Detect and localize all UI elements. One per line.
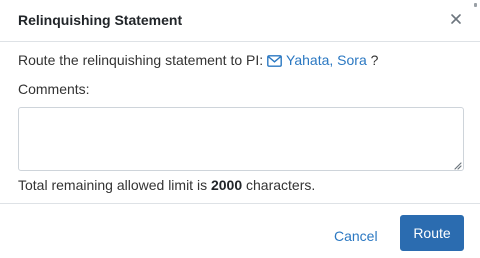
limit-suffix: characters. [246, 177, 316, 193]
dialog-header: Relinquishing Statement [0, 0, 480, 42]
route-statement: Route the relinquishing statement to PI:… [18, 52, 378, 68]
comments-label: Comments: [18, 81, 90, 97]
close-icon [451, 14, 461, 24]
character-limit-text: Total remaining allowed limit is 2000 ch… [18, 177, 315, 193]
cancel-button[interactable]: Cancel [326, 219, 386, 253]
pi-email-link[interactable]: Yahata, Sora [267, 52, 371, 68]
route-suffix-text: ? [370, 52, 379, 68]
comments-textarea[interactable] [18, 107, 464, 171]
pi-name: Yahata, Sora [286, 52, 367, 68]
dialog-title: Relinquishing Statement [18, 12, 183, 28]
relinquishing-statement-dialog: Relinquishing Statement Route the relinq… [0, 0, 480, 258]
close-button[interactable] [448, 11, 464, 27]
route-prefix-text: Route the relinquishing statement to PI: [18, 52, 264, 68]
scrollbar-thumb[interactable] [474, 3, 477, 7]
envelope-icon [267, 55, 282, 67]
route-button[interactable]: Route [400, 215, 464, 251]
limit-prefix: Total remaining allowed limit is [18, 177, 208, 193]
limit-count: 2000 [210, 177, 243, 193]
footer-divider [0, 203, 480, 204]
